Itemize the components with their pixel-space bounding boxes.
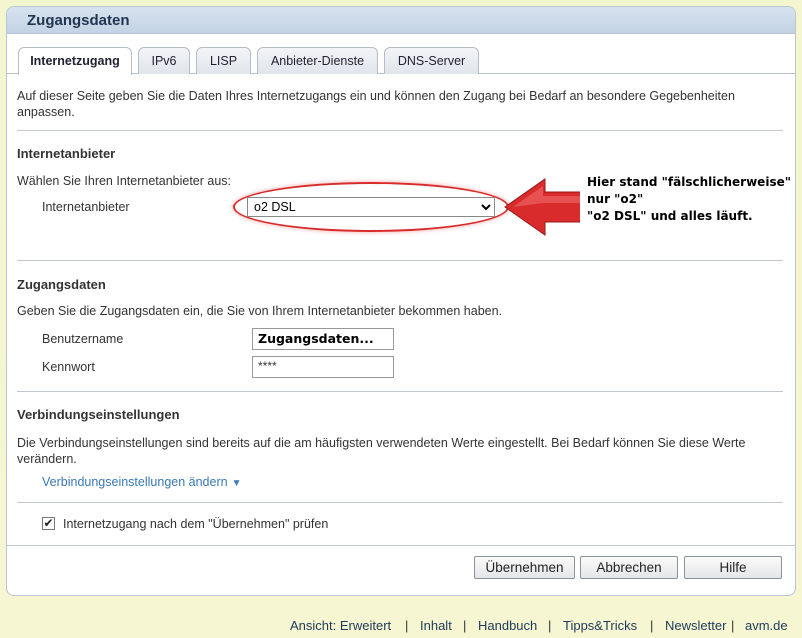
username-input[interactable]: Zugangsdaten... bbox=[252, 328, 394, 350]
connection-settings-link-label: Verbindungseinstellungen ändern bbox=[42, 475, 228, 489]
tab-internetzugang[interactable]: Internetzugang bbox=[18, 47, 132, 75]
footer-separator: | bbox=[731, 618, 735, 633]
tab-dns-server[interactable]: DNS-Server bbox=[384, 47, 479, 74]
intro-text: Auf dieser Seite geben Sie die Daten Ihr… bbox=[17, 89, 735, 119]
check-internet-label: Internetzugang nach dem "Übernehmen" prü… bbox=[63, 517, 329, 531]
footer-separator: | bbox=[650, 618, 654, 633]
divider bbox=[17, 391, 783, 392]
apply-button[interactable]: Übernehmen bbox=[474, 556, 575, 579]
connection-description: Die Verbindungseinstellungen sind bereit… bbox=[17, 436, 746, 466]
check-internet-checkbox[interactable]: ✔ bbox=[42, 517, 55, 530]
annotation-line-3: "o2 DSL" und alles läuft. bbox=[587, 209, 753, 223]
credentials-section-title: Zugangsdaten bbox=[17, 277, 106, 292]
cancel-button[interactable]: Abbrechen bbox=[580, 556, 678, 579]
footer-manual-link[interactable]: Handbuch bbox=[478, 618, 537, 633]
provider-section-title: Internetanbieter bbox=[17, 146, 116, 161]
tab-anbieter-dienste[interactable]: Anbieter-Dienste bbox=[257, 47, 378, 74]
annotation-note: Hier stand "fälschlicherweise" nur "o2" … bbox=[580, 152, 791, 240]
provider-instruction: Wählen Sie Ihren Internetanbieter aus: bbox=[17, 174, 232, 188]
divider bbox=[17, 260, 783, 261]
tab-ipv6[interactable]: IPv6 bbox=[138, 47, 190, 74]
credentials-instruction: Geben Sie die Zugangsdaten ein, die Sie … bbox=[17, 304, 503, 318]
red-arrow-icon bbox=[504, 178, 586, 236]
annotation-line-1: Hier stand "fälschlicherweise" bbox=[587, 175, 791, 189]
divider bbox=[7, 545, 795, 546]
help-button[interactable]: Hilfe bbox=[684, 556, 782, 579]
divider bbox=[17, 130, 783, 131]
connection-section-title: Verbindungseinstellungen bbox=[17, 407, 180, 422]
provider-label: Internetanbieter bbox=[42, 200, 130, 214]
panel-title: Zugangsdaten bbox=[7, 7, 795, 34]
footer-view-link[interactable]: Ansicht: Erweitert bbox=[290, 618, 391, 633]
footer-newsletter-link[interactable]: Newsletter bbox=[665, 618, 726, 633]
tab-lisp[interactable]: LISP bbox=[196, 47, 251, 74]
annotation-line-2: nur "o2" bbox=[587, 192, 644, 206]
footer-content-link[interactable]: Inhalt bbox=[420, 618, 452, 633]
footer-separator: | bbox=[405, 618, 409, 633]
footer-separator: | bbox=[548, 618, 552, 633]
password-label: Kennwort bbox=[42, 360, 95, 374]
footer-links: Ansicht: Erweitert | Inhalt | Handbuch |… bbox=[0, 618, 802, 634]
triangle-down-icon: ▼ bbox=[231, 478, 242, 489]
connection-settings-link[interactable]: Verbindungseinstellungen ändern ▼ bbox=[42, 475, 241, 489]
footer-avm-link[interactable]: avm.de bbox=[745, 618, 788, 633]
provider-select[interactable]: o2 DSL bbox=[247, 197, 495, 217]
divider bbox=[17, 502, 783, 503]
footer-separator: | bbox=[463, 618, 467, 633]
footer-tips-link[interactable]: Tipps&Tricks bbox=[563, 618, 637, 633]
tab-bar: Internetzugang IPv6 LISP Anbieter-Dienst… bbox=[7, 34, 795, 75]
username-label: Benutzername bbox=[42, 332, 124, 346]
password-input[interactable]: **** bbox=[252, 356, 394, 378]
